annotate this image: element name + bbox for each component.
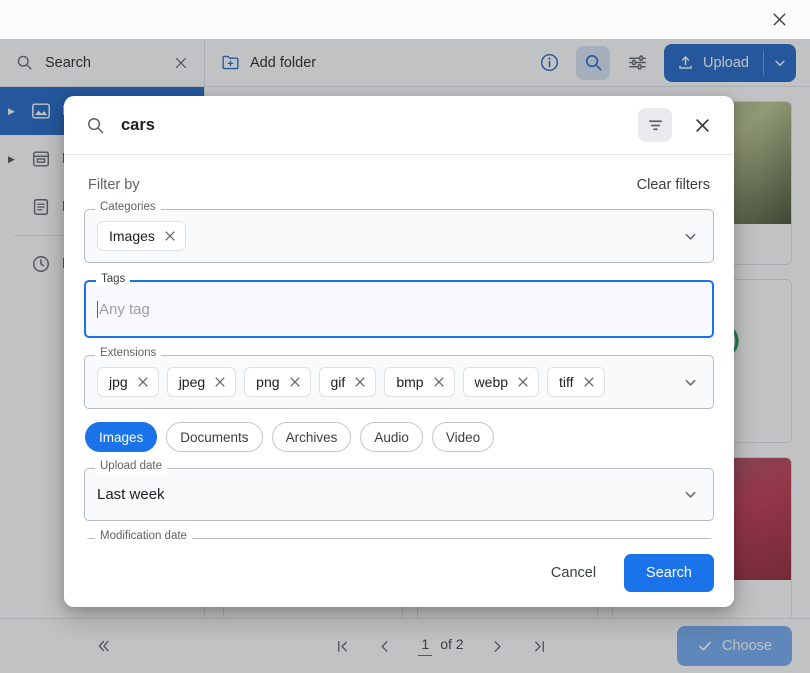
close-icon[interactable] xyxy=(164,230,176,242)
dialog-footer: Cancel Search xyxy=(64,539,734,607)
close-icon[interactable] xyxy=(517,376,529,388)
chip-tiff[interactable]: tiff xyxy=(547,367,605,397)
dialog-body[interactable]: Filter by Clear filters Categories Image… xyxy=(64,155,734,539)
chip-jpeg[interactable]: jpeg xyxy=(167,367,236,397)
tags-input[interactable]: Any tag xyxy=(99,301,150,318)
upload-date-legend: Upload date xyxy=(95,461,167,473)
categories-chip-list: Images xyxy=(97,221,673,251)
close-icon[interactable] xyxy=(354,376,366,388)
window-titlebar xyxy=(0,0,810,39)
chip-webp[interactable]: webp xyxy=(463,367,539,397)
category-filter-chips: Images Documents Archives Audio Video xyxy=(85,422,714,452)
chip-png[interactable]: png xyxy=(244,367,310,397)
category-chip-audio[interactable]: Audio xyxy=(360,422,423,452)
dialog-header: cars xyxy=(64,96,734,155)
chevron-down-icon[interactable] xyxy=(679,375,701,390)
chip-gif[interactable]: gif xyxy=(319,367,377,397)
extensions-chip-list: jpg jpeg png gif bmp webp tiff xyxy=(97,367,673,397)
chevron-down-icon[interactable] xyxy=(679,229,701,244)
filter-by-label: Filter by xyxy=(88,177,140,193)
chip-label: tiff xyxy=(559,374,574,390)
category-chip-images[interactable]: Images xyxy=(85,422,157,452)
screen: Search ▶ Images ▶ xyxy=(0,0,810,673)
close-icon[interactable] xyxy=(289,376,301,388)
chip-label: jpg xyxy=(109,374,128,390)
tags-field[interactable]: Tags Any tag xyxy=(84,280,714,338)
cancel-button[interactable]: Cancel xyxy=(533,554,614,592)
close-icon[interactable] xyxy=(583,376,595,388)
search-filter-dialog: cars Filter by Clear filters Categories … xyxy=(64,96,734,607)
chevron-down-icon[interactable] xyxy=(679,487,701,502)
category-chip-archives[interactable]: Archives xyxy=(272,422,352,452)
modification-date-field[interactable]: Modification date Last week xyxy=(84,538,714,539)
chip-images[interactable]: Images xyxy=(97,221,186,251)
chip-label: jpeg xyxy=(179,374,205,390)
chip-label: png xyxy=(256,374,279,390)
tags-legend: Tags xyxy=(96,274,130,286)
modification-date-legend: Modification date xyxy=(95,531,192,539)
extensions-field[interactable]: Extensions jpg jpeg png gif bmp webp tif… xyxy=(84,355,714,409)
search-query-input[interactable]: cars xyxy=(121,116,622,135)
search-button[interactable]: Search xyxy=(624,554,714,592)
upload-date-value: Last week xyxy=(97,486,673,503)
window-close-button[interactable] xyxy=(768,9,790,31)
chip-label: bmp xyxy=(396,374,423,390)
search-icon xyxy=(86,116,105,135)
extensions-legend: Extensions xyxy=(95,348,161,360)
close-icon[interactable] xyxy=(137,376,149,388)
close-icon[interactable] xyxy=(214,376,226,388)
text-cursor xyxy=(97,301,98,318)
close-icon[interactable] xyxy=(688,111,716,139)
category-chip-documents[interactable]: Documents xyxy=(166,422,262,452)
categories-legend: Categories xyxy=(95,202,161,214)
chip-label: gif xyxy=(331,374,346,390)
chip-bmp[interactable]: bmp xyxy=(384,367,454,397)
category-chip-video[interactable]: Video xyxy=(432,422,494,452)
chip-label: Images xyxy=(109,228,155,244)
clear-filters-button[interactable]: Clear filters xyxy=(637,177,710,193)
categories-field[interactable]: Categories Images xyxy=(84,209,714,263)
chip-jpg[interactable]: jpg xyxy=(97,367,159,397)
upload-date-field[interactable]: Upload date Last week xyxy=(84,468,714,521)
chip-label: webp xyxy=(475,374,508,390)
filter-by-row: Filter by Clear filters xyxy=(88,177,710,193)
close-icon[interactable] xyxy=(433,376,445,388)
filter-icon[interactable] xyxy=(638,108,672,142)
